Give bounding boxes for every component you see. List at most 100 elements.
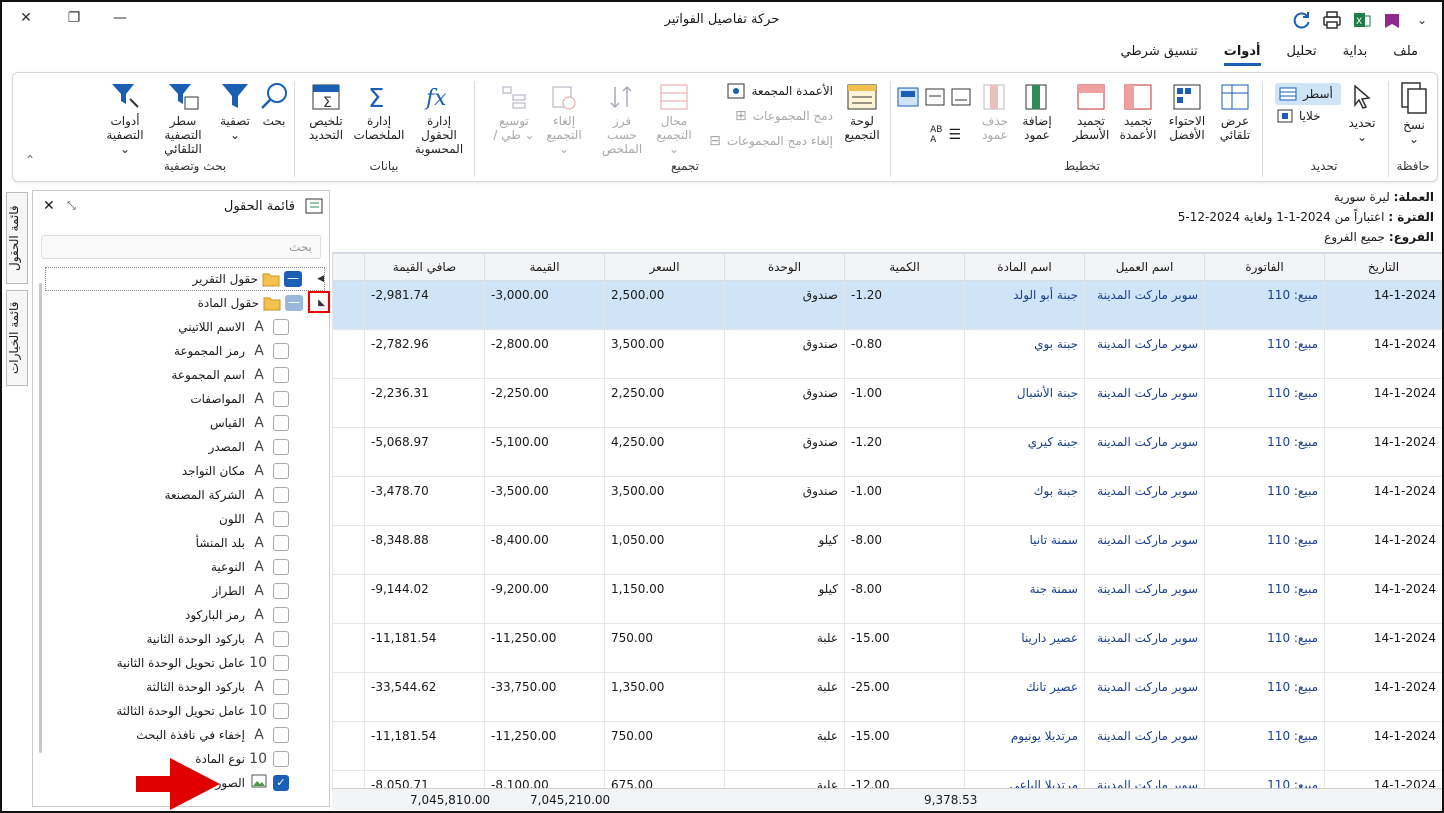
table-cell[interactable]: 14-1-2024 xyxy=(1324,721,1442,771)
tab-tools[interactable]: أدوات xyxy=(1223,44,1261,66)
column-header[interactable]: اسم المادة xyxy=(964,253,1085,281)
field-checkbox[interactable]: ✓ xyxy=(273,775,289,791)
column-header[interactable]: التاريخ xyxy=(1324,253,1442,281)
text-format-icons[interactable]: AB A ☰ xyxy=(930,125,961,145)
group-range-button[interactable]: مجال التجميع ⌄ xyxy=(651,83,697,156)
merge-groups-button[interactable]: ⊞ دمج المجموعات xyxy=(735,108,833,124)
table-cell[interactable]: صندوق xyxy=(724,427,845,477)
expand-collapse-button[interactable]: توسيع / طي ⌄ xyxy=(491,83,537,142)
table-cell[interactable]: 14-1-2024 xyxy=(1324,329,1442,379)
column-header[interactable]: الفاتورة xyxy=(1204,253,1325,281)
copy-button[interactable]: نسخ ⌄ xyxy=(1397,81,1431,146)
table-cell[interactable]: سوبر ماركت المدينة xyxy=(1084,574,1205,624)
table-row[interactable]: 14-1-2024 مبيع: 110 سوبر ماركت المدينة جبنة… xyxy=(332,427,1442,477)
tree-node-report-fields[interactable]: ◀ — حقول التقرير xyxy=(45,267,325,291)
tab-home[interactable]: بداية xyxy=(1343,44,1368,66)
table-cell[interactable]: 14-1-2024 xyxy=(1324,672,1442,722)
table-cell[interactable]: -8,400.00 xyxy=(484,525,605,575)
field-item[interactable]: A رمز الباركود xyxy=(185,603,289,627)
table-cell[interactable]: 14-1-2024 xyxy=(1324,476,1442,526)
field-search-input[interactable]: بحث xyxy=(41,235,321,259)
table-cell[interactable]: -11,250.00 xyxy=(484,623,605,673)
table-cell[interactable]: عصير دارينا xyxy=(964,623,1085,673)
table-cell[interactable]: مبيع: 110 xyxy=(1204,525,1325,575)
table-row[interactable]: 14-1-2024 مبيع: 110 سوبر ماركت المدينة جبنة… xyxy=(332,280,1442,330)
table-cell[interactable]: -0.80 xyxy=(844,329,965,379)
table-cell[interactable]: مبيع: 110 xyxy=(1204,623,1325,673)
table-cell[interactable]: مبيع: 110 xyxy=(1204,672,1325,722)
field-checkbox[interactable] xyxy=(273,583,289,599)
table-cell[interactable]: سوبر ماركت المدينة xyxy=(1084,672,1205,722)
side-tab-options[interactable]: قائمة الخيارات xyxy=(6,290,28,386)
table-cell[interactable]: كيلو xyxy=(724,574,845,624)
table-cell[interactable]: -9,144.02 xyxy=(364,574,485,624)
table-cell[interactable]: 14-1-2024 xyxy=(1324,378,1442,428)
side-tab-fields[interactable]: قائمة الحقول xyxy=(6,192,28,284)
freeze-rows-button[interactable]: تجميد الأسطر xyxy=(1069,83,1113,142)
table-cell[interactable]: 3,500.00 xyxy=(604,476,725,526)
column-header[interactable]: اسم العميل xyxy=(1084,253,1205,281)
tree-node-item-fields[interactable]: ◣ — حقول المادة xyxy=(45,291,325,315)
ungroup-button[interactable]: إلغاء التجميع ⌄ xyxy=(541,83,587,156)
table-cell[interactable]: مبيع: 110 xyxy=(1204,378,1325,428)
auto-filter-row-button[interactable]: سطر التصفية التلقائي xyxy=(151,81,215,156)
field-checkbox[interactable] xyxy=(273,607,289,623)
table-cell[interactable]: صندوق xyxy=(724,280,845,330)
rows-toggle[interactable]: أسطر xyxy=(1275,83,1341,105)
table-cell[interactable]: 1,150.00 xyxy=(604,574,725,624)
table-cell[interactable]: -33,750.00 xyxy=(484,672,605,722)
table-cell[interactable]: مبيع: 110 xyxy=(1204,476,1325,526)
table-cell[interactable]: 2,500.00 xyxy=(604,280,725,330)
table-cell[interactable]: 14-1-2024 xyxy=(1324,525,1442,575)
table-cell[interactable]: سوبر ماركت المدينة xyxy=(1084,280,1205,330)
tab-file[interactable]: ملف xyxy=(1393,44,1418,66)
table-cell[interactable]: -9,200.00 xyxy=(484,574,605,624)
table-cell[interactable]: 14-1-2024 xyxy=(1324,427,1442,477)
column-header[interactable]: القيمة xyxy=(484,253,605,281)
table-cell[interactable]: -11,181.54 xyxy=(364,623,485,673)
table-cell[interactable]: -1.20 xyxy=(844,280,965,330)
field-checkbox[interactable] xyxy=(273,679,289,695)
field-item[interactable]: 10 عامل تحويل الوحدة الثانية xyxy=(117,651,289,675)
table-cell[interactable]: 3,500.00 xyxy=(604,329,725,379)
field-checkbox[interactable] xyxy=(273,559,289,575)
field-checkbox[interactable] xyxy=(273,463,289,479)
column-header[interactable]: صافي القيمة xyxy=(364,253,485,281)
filter-button[interactable]: تصفية ⌄ xyxy=(217,81,253,142)
calculated-fields-button[interactable]: fx إدارة الحقول المحسوبة xyxy=(409,83,469,156)
column-header[interactable]: الكمية xyxy=(844,253,965,281)
auto-view-button[interactable]: عرض تلقائي xyxy=(1213,83,1257,142)
table-cell[interactable]: سمنة تانيا xyxy=(964,525,1085,575)
table-cell[interactable]: 14-1-2024 xyxy=(1324,280,1442,330)
table-cell[interactable]: -15.00 xyxy=(844,623,965,673)
filter-tools-button[interactable]: أدوات التصفية ⌄ xyxy=(103,81,147,156)
field-checkbox[interactable] xyxy=(273,703,289,719)
table-cell[interactable]: -1.20 xyxy=(844,427,965,477)
table-row[interactable]: 14-1-2024 مبيع: 110 سوبر ماركت المدينة جبنة… xyxy=(332,378,1442,428)
table-cell[interactable]: -5,068.97 xyxy=(364,427,485,477)
table-cell[interactable]: سوبر ماركت المدينة xyxy=(1084,329,1205,379)
table-cell[interactable]: سوبر ماركت المدينة xyxy=(1084,476,1205,526)
field-checkbox[interactable] xyxy=(273,727,289,743)
table-cell[interactable]: علبة xyxy=(724,623,845,673)
table-row[interactable]: 14-1-2024 مبيع: 110 سوبر ماركت المدينة سمنة… xyxy=(332,574,1442,624)
table-cell[interactable]: مرتديلا يونيوم xyxy=(964,721,1085,771)
table-cell[interactable]: مبيع: 110 xyxy=(1204,427,1325,477)
table-cell[interactable]: جبنة بوي xyxy=(964,329,1085,379)
close-icon[interactable]: ✕ xyxy=(43,198,55,214)
cells-toggle[interactable]: خلايا xyxy=(1277,109,1337,123)
table-cell[interactable]: -3,478.70 xyxy=(364,476,485,526)
field-item[interactable]: A اسم المجموعة xyxy=(171,363,289,387)
table-cell[interactable]: صندوق xyxy=(724,378,845,428)
partial-toggle-icon[interactable]: — xyxy=(285,295,303,311)
table-row[interactable]: 14-1-2024 مبيع: 110 سوبر ماركت المدينة جبنة… xyxy=(332,329,1442,379)
table-cell[interactable]: -3,500.00 xyxy=(484,476,605,526)
field-item[interactable]: A المصدر xyxy=(209,435,289,459)
field-item[interactable]: A الاسم اللاتيني xyxy=(178,315,289,339)
column-header[interactable]: الوحدة xyxy=(724,253,845,281)
grouped-columns-button[interactable]: الأعمدة المجمعة xyxy=(727,83,833,99)
summaries-button[interactable]: Σ إدارة الملخصات xyxy=(351,83,407,142)
chevron-down-icon[interactable]: ⌄ xyxy=(1412,10,1432,30)
table-cell[interactable]: -8,348.88 xyxy=(364,525,485,575)
table-cell[interactable]: -2,250.00 xyxy=(484,378,605,428)
